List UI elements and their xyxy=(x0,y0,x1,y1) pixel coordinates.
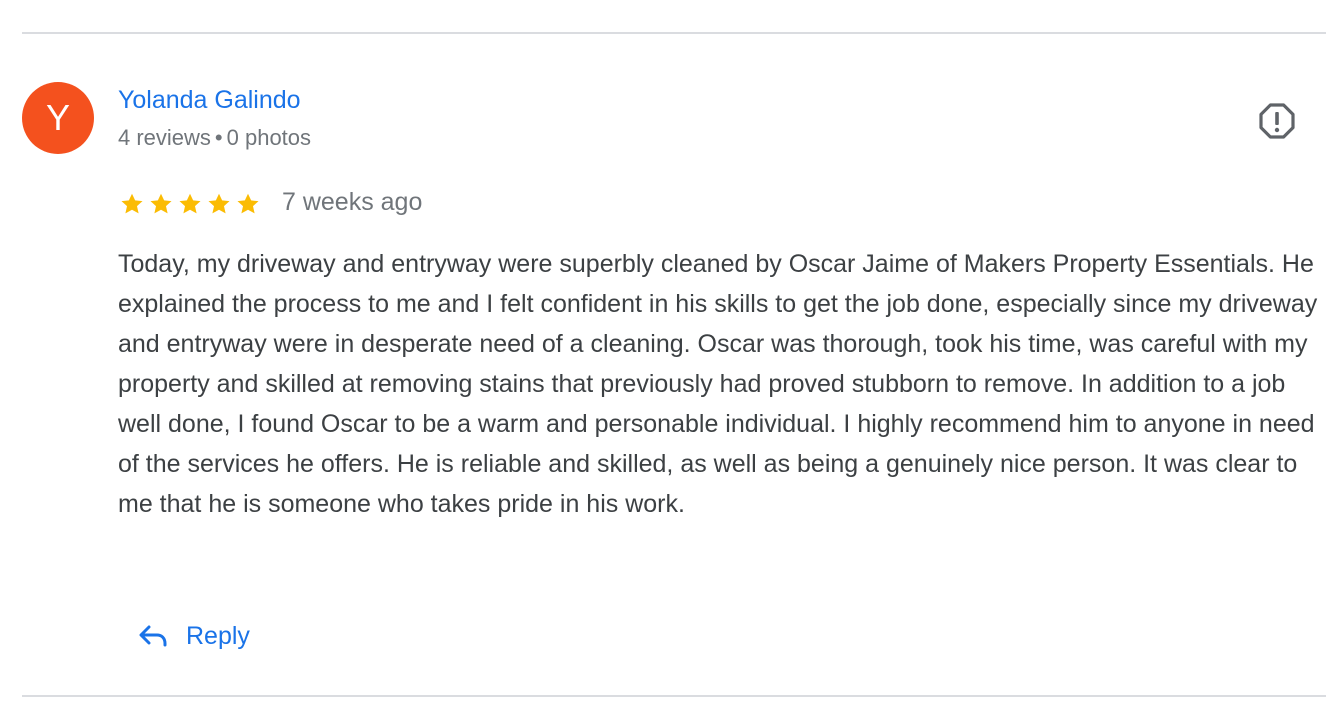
photos-count: 0 photos xyxy=(226,125,312,150)
reviews-count: 4 reviews xyxy=(118,125,211,150)
report-button[interactable] xyxy=(1254,99,1300,145)
avatar[interactable]: Y xyxy=(22,82,94,154)
review-time: 7 weeks ago xyxy=(282,188,423,216)
author-name-link[interactable]: Yolanda Galindo xyxy=(118,86,301,115)
top-divider xyxy=(22,32,1326,34)
author-meta: 4 reviews • 0 photos xyxy=(118,125,311,151)
bottom-divider xyxy=(22,695,1326,697)
reply-label: Reply xyxy=(186,621,250,650)
star-icon xyxy=(121,193,143,214)
reply-button[interactable]: Reply xyxy=(134,612,254,660)
star-icon xyxy=(150,193,172,214)
star-rating xyxy=(119,191,261,217)
report-icon xyxy=(1259,103,1295,139)
reply-arrow-icon xyxy=(139,625,167,647)
star-icon xyxy=(237,193,259,214)
review-text: Today, my driveway and entryway were sup… xyxy=(118,250,1318,518)
star-icon xyxy=(179,193,201,214)
star-icon xyxy=(208,193,230,214)
meta-separator: • xyxy=(214,125,223,150)
